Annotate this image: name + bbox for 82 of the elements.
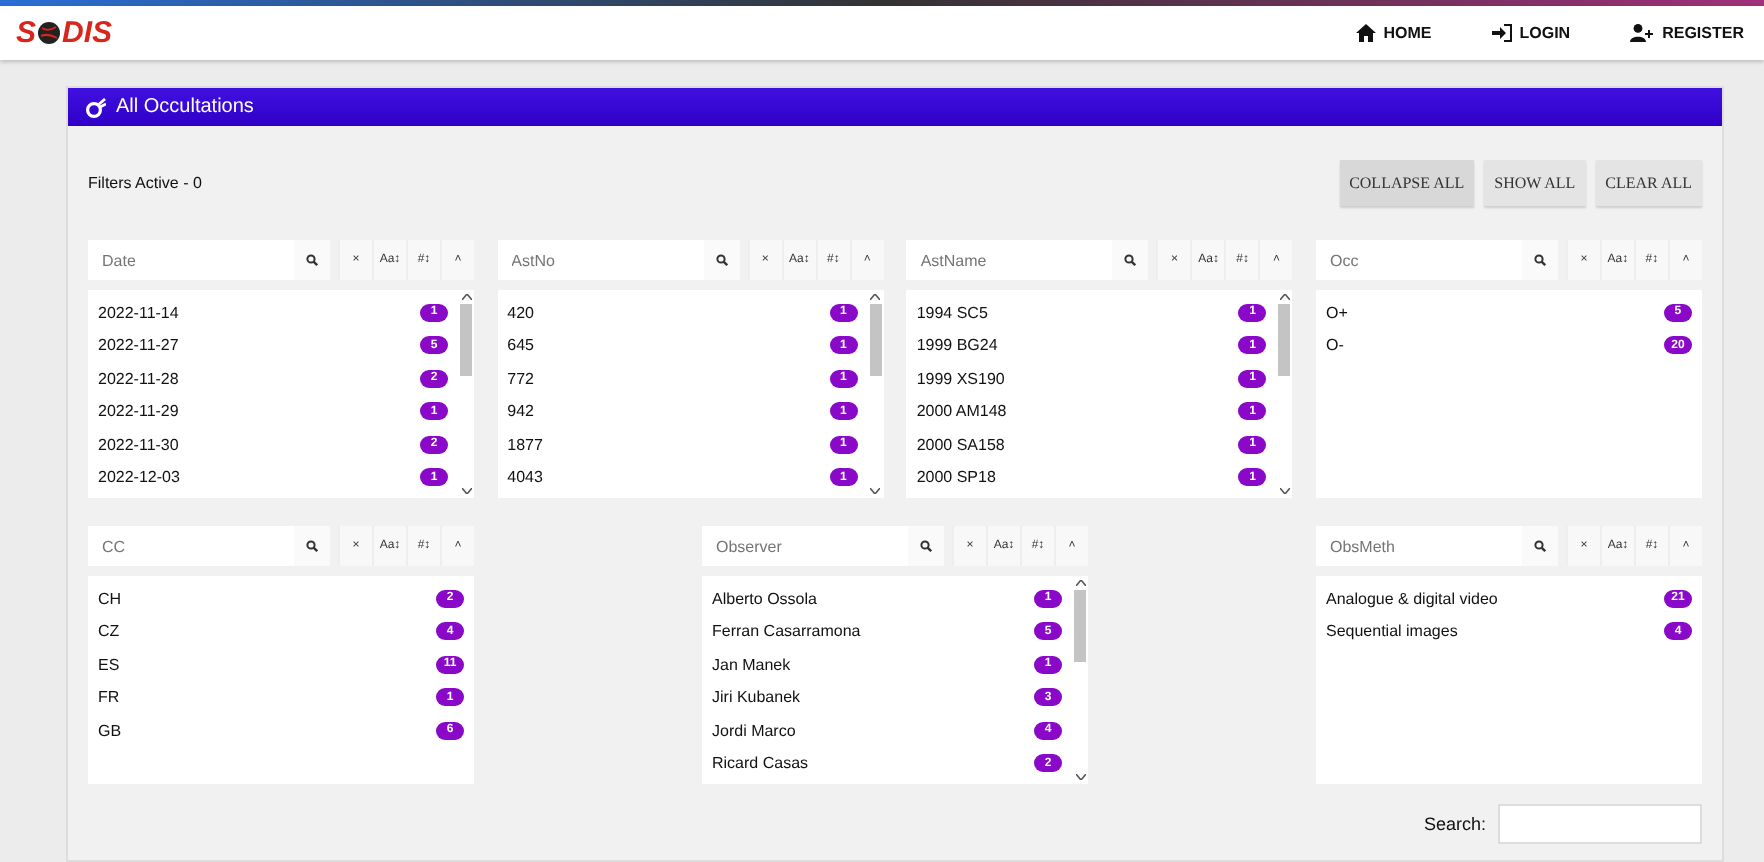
filter-action-button[interactable]: SHOW ALL [1484,160,1586,206]
globe-icon [38,22,61,44]
value-label[interactable]: 2000 SP18 [916,468,996,487]
filter-field[interactable]: Occ [1315,240,1522,280]
search-button[interactable] [1112,240,1149,280]
value-label[interactable]: Ricard Casas [712,754,809,773]
search-icon [1124,254,1137,266]
value-label[interactable]: 420 [507,303,535,322]
value-label[interactable]: FR [98,688,120,707]
value-label[interactable]: 2022-11-28 [98,369,179,388]
search-button[interactable] [294,240,330,280]
nav-link[interactable]: REGISTER [1630,24,1744,42]
home-icon [1355,24,1376,42]
filter-action-button[interactable]: CLEAR ALL [1595,160,1702,206]
search-icon [1534,540,1546,552]
logo[interactable]: S DIS [16,16,113,50]
scroll-down-icon[interactable] [461,488,471,494]
value-label[interactable]: 2000 AM148 [916,402,1007,421]
search-icon [920,540,932,552]
scroll-up-icon[interactable] [1279,294,1290,300]
search-button[interactable] [1522,526,1558,566]
filter-field[interactable]: ObsMeth [1316,526,1522,566]
value-label[interactable]: 2022-11-14 [98,303,179,322]
scroll-up-icon[interactable] [1075,580,1085,586]
search-icon [306,254,318,266]
search-field[interactable] [1498,804,1702,844]
value-label[interactable]: 1994 SC5 [916,303,988,322]
value-label[interactable]: 1877 [507,435,543,454]
scrollbar-thumb[interactable] [1074,590,1086,662]
filter-field[interactable]: Date [88,240,294,280]
value-label[interactable]: CZ [98,622,120,641]
value-label[interactable]: 772 [507,369,535,388]
user-plus-icon [1630,24,1655,42]
filters-active-text: Filters Active - 0 [88,174,202,192]
value-label[interactable]: Sequential images [1326,622,1458,641]
filter-field[interactable]: AstName [906,240,1113,280]
value-label[interactable]: Alberto Ossola [712,589,817,608]
search-label: Search: [1423,814,1486,834]
scrollbar-thumb[interactable] [460,304,472,376]
scroll-up-icon[interactable] [870,294,881,300]
scrollbar-thumb[interactable] [1278,304,1291,376]
search-button[interactable] [294,526,330,566]
value-label[interactable]: ES [98,655,120,674]
search-icon [715,254,728,266]
value-label[interactable]: Jordi Marco [712,721,796,740]
filter-field[interactable]: Observer [702,526,908,566]
scroll-down-icon[interactable] [870,488,881,494]
value-label[interactable]: O- [1325,336,1344,355]
scrollbar-thumb[interactable] [869,304,882,376]
value-label[interactable]: 2022-11-29 [98,402,179,421]
search-button[interactable] [703,240,740,280]
value-label[interactable]: Jan Manek [712,655,791,674]
nav-link[interactable]: HOME [1355,24,1432,42]
search-icon [306,540,318,552]
value-label[interactable]: 2022-12-03 [98,468,180,487]
value-label[interactable]: 2000 SA158 [916,435,1005,454]
value-label[interactable]: Ferran Casarramona [712,622,861,641]
value-label[interactable]: Jiri Kubanek [712,688,801,707]
filter-field[interactable]: AstNo [497,240,704,280]
scroll-down-icon[interactable] [1075,774,1085,780]
comet-icon [86,97,106,117]
filter-field[interactable]: CC [88,526,294,566]
search-button[interactable] [1521,240,1558,280]
value-label[interactable]: 4043 [507,468,543,487]
filter-action-button[interactable]: COLLAPSE ALL [1339,160,1475,206]
value-label[interactable]: Analogue & digital video [1326,589,1498,608]
card-title: All Occultations [116,96,254,118]
value-label[interactable]: CH [98,589,122,608]
scroll-down-icon[interactable] [1279,488,1290,494]
value-label[interactable]: 942 [507,402,535,421]
value-label[interactable]: 645 [507,336,535,355]
nav-link[interactable]: LOGIN [1491,24,1571,42]
value-label[interactable]: GB [98,721,122,740]
scroll-up-icon[interactable] [461,294,471,300]
value-label[interactable]: 1999 XS190 [916,369,1005,388]
value-label[interactable]: O+ [1325,303,1348,322]
value-label[interactable]: 2022-11-27 [98,336,179,355]
search-icon [1533,254,1546,266]
value-label[interactable]: 2022-11-30 [98,435,179,454]
sign-in-icon [1491,24,1512,42]
search-button[interactable] [908,526,944,566]
value-label[interactable]: 1999 BG24 [916,336,998,355]
